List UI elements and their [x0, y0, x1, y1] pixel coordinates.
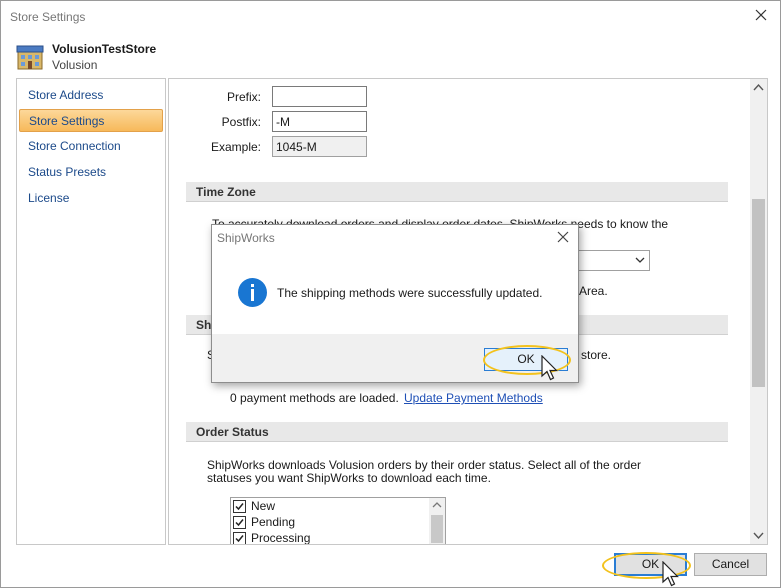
ok-button[interactable]: OK: [614, 553, 687, 576]
store-platform: Volusion: [52, 58, 98, 72]
close-icon[interactable]: [752, 6, 770, 24]
prefix-input[interactable]: [272, 86, 367, 107]
close-icon[interactable]: [556, 230, 570, 244]
settings-nav: Store Address Store Settings Store Conne…: [16, 78, 166, 545]
status-label-pending: Pending: [251, 515, 296, 529]
store-name: VolusionTestStore: [52, 42, 157, 56]
nav-item-store-connection[interactable]: Store Connection: [19, 135, 163, 158]
example-label: Example:: [210, 140, 261, 154]
content-scroll-thumb[interactable]: [752, 199, 765, 387]
status-label-processing: Processing: [251, 531, 311, 545]
prefix-label: Prefix:: [226, 90, 261, 104]
store-building-icon: [16, 43, 44, 71]
dialog-ok-button[interactable]: OK: [484, 348, 568, 371]
postfix-input[interactable]: -M: [272, 111, 367, 132]
shipping-description-right: store.: [581, 348, 612, 362]
status-label-new: New: [251, 499, 276, 513]
checkmark-icon: [235, 503, 244, 511]
time-zone-header: Time Zone: [186, 182, 728, 202]
title-bar: Store Settings: [1, 1, 780, 32]
order-status-description-1: ShipWorks downloads Volusion orders by t…: [207, 458, 642, 472]
nav-item-store-address[interactable]: Store Address: [19, 84, 163, 107]
nav-item-status-presets[interactable]: Status Presets: [19, 161, 163, 184]
checklist-scrollbar[interactable]: [429, 498, 445, 544]
shipworks-dialog: ShipWorks The shipping methods were succ…: [211, 224, 579, 383]
example-value: 1045-M: [272, 136, 367, 157]
nav-item-store-settings[interactable]: Store Settings: [19, 109, 163, 132]
scroll-up-icon[interactable]: [750, 79, 767, 96]
checkbox-new[interactable]: [233, 500, 246, 513]
content-scrollbar[interactable]: [750, 79, 767, 544]
cancel-button[interactable]: Cancel: [694, 553, 767, 576]
dialog-title: ShipWorks: [217, 231, 275, 245]
chevron-down-icon: [635, 254, 645, 268]
update-payment-methods-link[interactable]: Update Payment Methods: [404, 391, 543, 405]
window-title: Store Settings: [10, 10, 86, 24]
payment-methods-status: 0 payment methods are loaded.: [230, 391, 399, 405]
time-zone-select[interactable]: [574, 250, 650, 271]
postfix-label: Postfix:: [221, 115, 261, 129]
scroll-down-icon[interactable]: [750, 527, 767, 544]
checkbox-pending[interactable]: [233, 516, 246, 529]
order-status-checklist: New Pending Processing: [230, 497, 446, 545]
checkmark-icon: [235, 519, 244, 527]
order-status-header: Order Status: [186, 422, 728, 442]
dialog-message: The shipping methods were successfully u…: [277, 286, 543, 300]
dialog-footer: OK: [212, 334, 578, 382]
nav-item-license[interactable]: License: [19, 187, 163, 210]
order-status-description-2: statuses you want ShipWorks to download …: [207, 471, 491, 485]
checkbox-processing[interactable]: [233, 532, 246, 544]
checkmark-icon: [235, 535, 244, 543]
time-zone-area-text: Area.: [579, 284, 608, 298]
checklist-scroll-thumb[interactable]: [431, 515, 443, 543]
info-icon: [237, 277, 268, 308]
store-settings-window: Store Settings VolusionTestStore Volusio…: [0, 0, 781, 588]
scroll-up-icon: [432, 502, 442, 508]
